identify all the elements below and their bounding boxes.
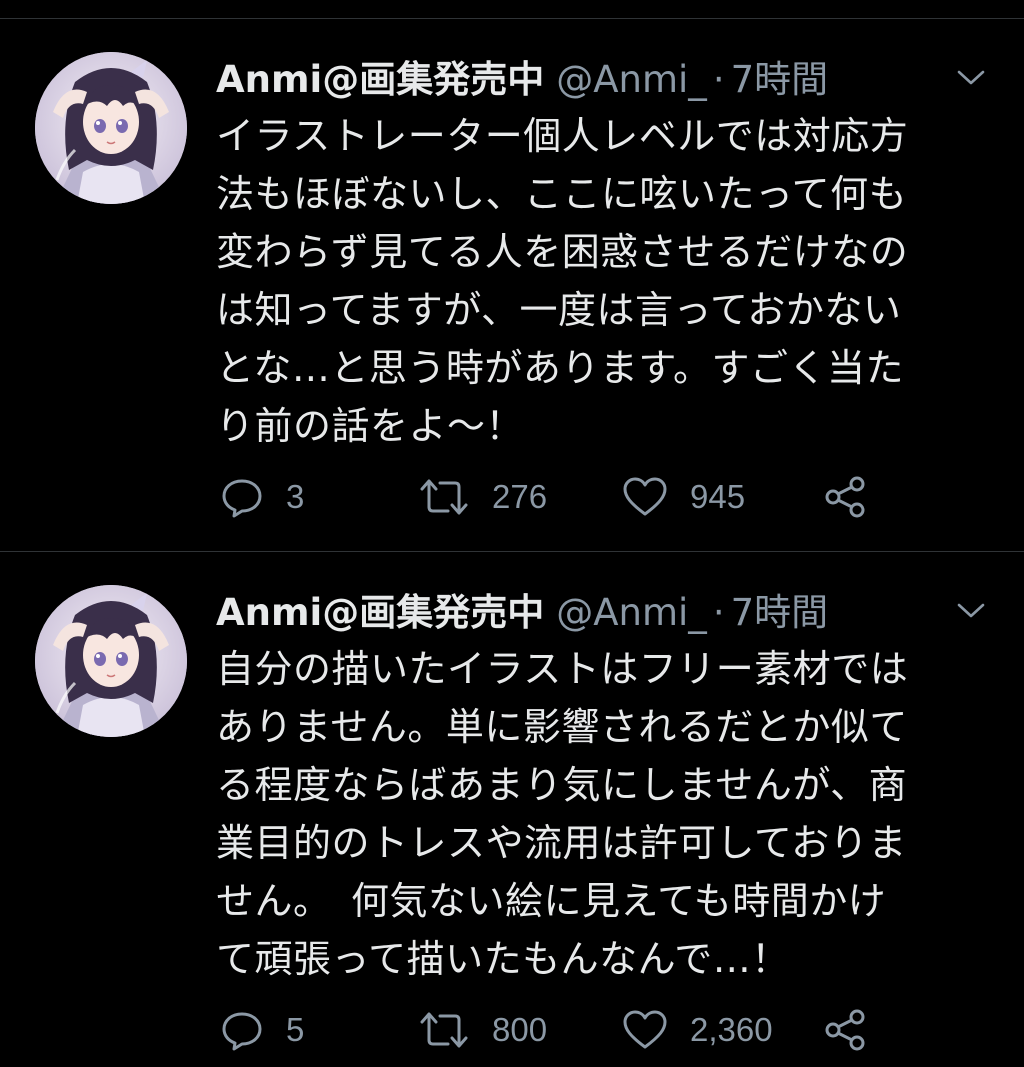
tweet[interactable]: Anmi@画集発売中 @Anmi_ · 7時間 自分の描いたイラストはフリー素材… — [0, 552, 1024, 1067]
heart-icon — [622, 476, 668, 518]
reply-count: 5 — [286, 1011, 305, 1048]
avatar[interactable] — [35, 585, 187, 737]
comment-icon — [220, 475, 264, 519]
separator-dot: · — [712, 591, 725, 634]
reply-count: 3 — [286, 478, 305, 515]
retweet-count: 276 — [492, 478, 548, 515]
like-button[interactable]: 945 — [622, 469, 745, 525]
heart-icon — [622, 1009, 668, 1051]
separator-dot: · — [712, 58, 725, 101]
display-name[interactable]: Anmi@画集発売中 — [216, 588, 544, 638]
user-handle[interactable]: @Anmi_ — [556, 588, 707, 638]
retweet-icon — [418, 477, 470, 517]
like-button[interactable]: 2,360 — [622, 1002, 773, 1058]
retweet-icon — [418, 1010, 470, 1050]
retweet-button[interactable]: 276 — [418, 469, 547, 525]
tweet-header: Anmi@画集発売中 @Anmi_ · 7時間 — [216, 588, 986, 638]
comment-icon — [220, 1008, 264, 1052]
like-count: 945 — [690, 478, 746, 515]
retweet-count: 800 — [492, 1011, 548, 1048]
avatar[interactable] — [35, 52, 187, 204]
chevron-down-icon[interactable] — [948, 596, 994, 626]
share-button[interactable] — [824, 1002, 868, 1058]
share-icon — [824, 475, 868, 519]
tweet-actions: 5 800 2,360 — [216, 1002, 896, 1058]
chevron-down-icon[interactable] — [948, 63, 994, 93]
like-count: 2,360 — [690, 1011, 773, 1048]
retweet-button[interactable]: 800 — [418, 1002, 547, 1058]
timestamp[interactable]: 7時間 — [731, 588, 829, 638]
tweet-actions: 3 276 945 — [216, 469, 896, 525]
reply-button[interactable]: 3 — [220, 469, 304, 525]
display-name[interactable]: Anmi@画集発売中 — [216, 55, 544, 105]
reply-button[interactable]: 5 — [220, 1002, 304, 1058]
tweet-header: Anmi@画集発売中 @Anmi_ · 7時間 — [216, 55, 986, 105]
share-icon — [824, 1008, 868, 1052]
tweet-text: イラストレーター個人レベルでは対応方 法もほぼないし、ここに呟いたって何も 変わ… — [216, 114, 909, 448]
share-button[interactable] — [824, 469, 868, 525]
tweet[interactable]: Anmi@画集発売中 @Anmi_ · 7時間 イラストレーター個人レベルでは対… — [0, 19, 1024, 551]
timestamp[interactable]: 7時間 — [731, 55, 829, 105]
user-handle[interactable]: @Anmi_ — [556, 55, 707, 105]
tweet-text: 自分の描いたイラストはフリー素材では ありません。単に影響されるだとか似て る程… — [216, 647, 909, 981]
